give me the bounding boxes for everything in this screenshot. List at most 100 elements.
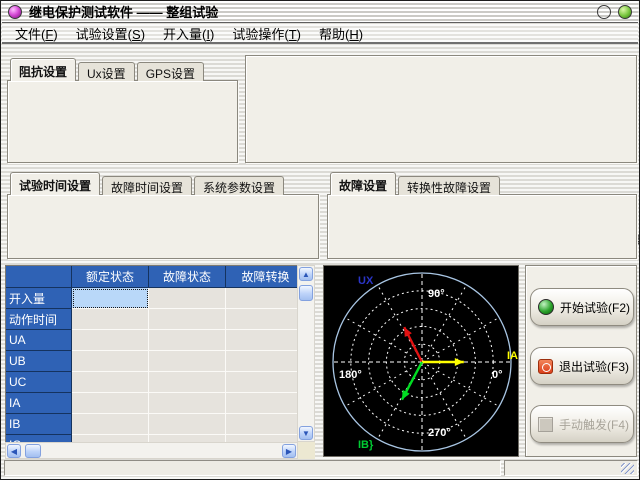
table-cell[interactable] xyxy=(72,393,149,414)
table-cell[interactable] xyxy=(226,309,297,330)
table-cell[interactable] xyxy=(149,309,226,330)
start-test-button[interactable]: 开始试验(F2) xyxy=(530,288,634,326)
table-cell[interactable] xyxy=(72,330,149,351)
source-panel xyxy=(245,55,637,163)
row-header[interactable]: 开入量 xyxy=(6,288,72,309)
title-bar: 继电保护测试软件 —— 整组试验 xyxy=(2,1,638,23)
fault-tabstrip: 故障设置 转换性故障设置 xyxy=(330,172,502,195)
horizontal-scrollbar[interactable]: ◀ ▶ xyxy=(5,442,298,459)
svg-text:IB}: IB} xyxy=(358,439,374,451)
vertical-scroll-thumb[interactable] xyxy=(299,285,313,301)
row-header[interactable]: 动作时间 xyxy=(6,309,72,330)
horizontal-scroll-thumb[interactable] xyxy=(25,444,41,458)
tab-fault-settings[interactable]: 故障设置 xyxy=(330,172,396,195)
exit-test-icon xyxy=(538,359,553,374)
column-header[interactable]: 故障转换 xyxy=(226,266,297,288)
table-cell[interactable] xyxy=(149,288,226,309)
timing-tabstrip: 试验时间设置 故障时间设置 系统参数设置 xyxy=(10,172,286,195)
table-cell[interactable] xyxy=(149,393,226,414)
table-cell[interactable] xyxy=(226,330,297,351)
table-cell[interactable] xyxy=(72,372,149,393)
svg-text:90°: 90° xyxy=(428,288,445,300)
row-header[interactable]: UB xyxy=(6,351,72,372)
table-cell[interactable] xyxy=(72,414,149,435)
table-header-row: 额定状态 故障状态 故障转换 xyxy=(6,266,297,288)
corner-header-cell xyxy=(6,266,72,288)
menu-binary-input[interactable]: 开入量(I) xyxy=(154,23,223,44)
table-cell[interactable] xyxy=(149,330,226,351)
minimize-button[interactable] xyxy=(597,5,611,19)
scrollbar-corner xyxy=(298,442,315,459)
tab-convertible-fault-settings[interactable]: 转换性故障设置 xyxy=(398,176,500,195)
table-cell[interactable] xyxy=(149,414,226,435)
table-cell[interactable] xyxy=(226,351,297,372)
scroll-up-icon[interactable]: ▲ xyxy=(299,267,313,281)
table-cell[interactable] xyxy=(226,288,297,309)
table-cell[interactable] xyxy=(226,372,297,393)
svg-text:180°: 180° xyxy=(339,369,362,381)
scroll-right-icon[interactable]: ▶ xyxy=(282,444,296,458)
timing-panel xyxy=(7,194,319,259)
table-cell[interactable] xyxy=(226,393,297,414)
start-test-label: 开始试验(F2) xyxy=(560,299,630,316)
resize-grip-icon[interactable] xyxy=(621,463,634,474)
phasor-panel: UX 90° 180° 0° IA 270° IB} xyxy=(323,265,519,457)
exit-test-button[interactable]: 退出试验(F3) xyxy=(530,347,634,385)
tab-gps-settings[interactable]: GPS设置 xyxy=(137,62,204,81)
row-header[interactable]: UA xyxy=(6,330,72,351)
impedance-panel xyxy=(7,80,238,163)
fault-panel xyxy=(327,194,637,259)
start-test-icon xyxy=(538,299,554,315)
app-window: 继电保护测试软件 —— 整组试验 文件(F) 试验设置(S) 开入量(I) 试验… xyxy=(0,0,640,480)
scroll-left-icon[interactable]: ◀ xyxy=(7,444,21,458)
window-title: 继电保护测试软件 —— 整组试验 xyxy=(29,2,218,21)
vertical-scrollbar[interactable]: ▲ ▼ xyxy=(297,265,315,442)
table-row: IB xyxy=(6,414,297,435)
phasor-diagram: UX 90° 180° 0° IA 270° IB} xyxy=(324,266,518,456)
table-cell[interactable] xyxy=(149,435,226,442)
table-cell-selected[interactable] xyxy=(72,288,149,309)
table-cell[interactable] xyxy=(149,372,226,393)
results-table: 额定状态 故障状态 故障转换 开入量 动作时间 UA UB xyxy=(5,265,297,442)
table-cell[interactable] xyxy=(72,351,149,372)
table-cell[interactable] xyxy=(226,414,297,435)
scroll-down-icon[interactable]: ▼ xyxy=(299,426,313,440)
menu-test-operation[interactable]: 试验操作(T) xyxy=(223,23,310,44)
row-header[interactable]: IA xyxy=(6,393,72,414)
table-cell[interactable] xyxy=(72,309,149,330)
tab-system-param-settings[interactable]: 系统参数设置 xyxy=(194,176,284,195)
svg-text:IA: IA xyxy=(507,350,518,362)
table-row: UB xyxy=(6,351,297,372)
table-cell[interactable] xyxy=(226,435,297,442)
table-row: IA xyxy=(6,393,297,414)
status-bar-right xyxy=(504,460,638,476)
menu-help[interactable]: 帮助(H) xyxy=(310,23,372,44)
svg-text:270°: 270° xyxy=(428,427,451,439)
tab-impedance-settings[interactable]: 阻抗设置 xyxy=(10,58,76,81)
svg-text:UX: UX xyxy=(358,275,374,287)
table-cell[interactable] xyxy=(149,351,226,372)
tab-test-time-settings[interactable]: 试验时间设置 xyxy=(10,172,100,195)
exit-test-label: 退出试验(F3) xyxy=(559,358,629,375)
column-header[interactable]: 故障状态 xyxy=(149,266,226,288)
column-header[interactable]: 额定状态 xyxy=(72,266,149,288)
table-row: UA xyxy=(6,330,297,351)
app-icon[interactable] xyxy=(8,5,22,19)
row-header[interactable]: IB xyxy=(6,414,72,435)
status-bar-left xyxy=(4,460,501,476)
svg-text:0°: 0° xyxy=(492,369,503,381)
table-cell[interactable] xyxy=(72,435,149,442)
tab-ux-settings[interactable]: Ux设置 xyxy=(78,62,135,81)
menu-file[interactable]: 文件(F) xyxy=(6,23,67,44)
manual-trigger-icon xyxy=(538,417,553,432)
table-row: IC xyxy=(6,435,297,442)
table-row: UC xyxy=(6,372,297,393)
menu-test-settings[interactable]: 试验设置(S) xyxy=(67,23,154,44)
table-row: 动作时间 xyxy=(6,309,297,330)
row-header[interactable]: IC xyxy=(6,435,72,442)
table-row: 开入量 xyxy=(6,288,297,309)
row-header[interactable]: UC xyxy=(6,372,72,393)
manual-trigger-button: 手动触发(F4) xyxy=(530,405,634,443)
close-button[interactable] xyxy=(618,5,632,19)
tab-fault-time-settings[interactable]: 故障时间设置 xyxy=(102,176,192,195)
